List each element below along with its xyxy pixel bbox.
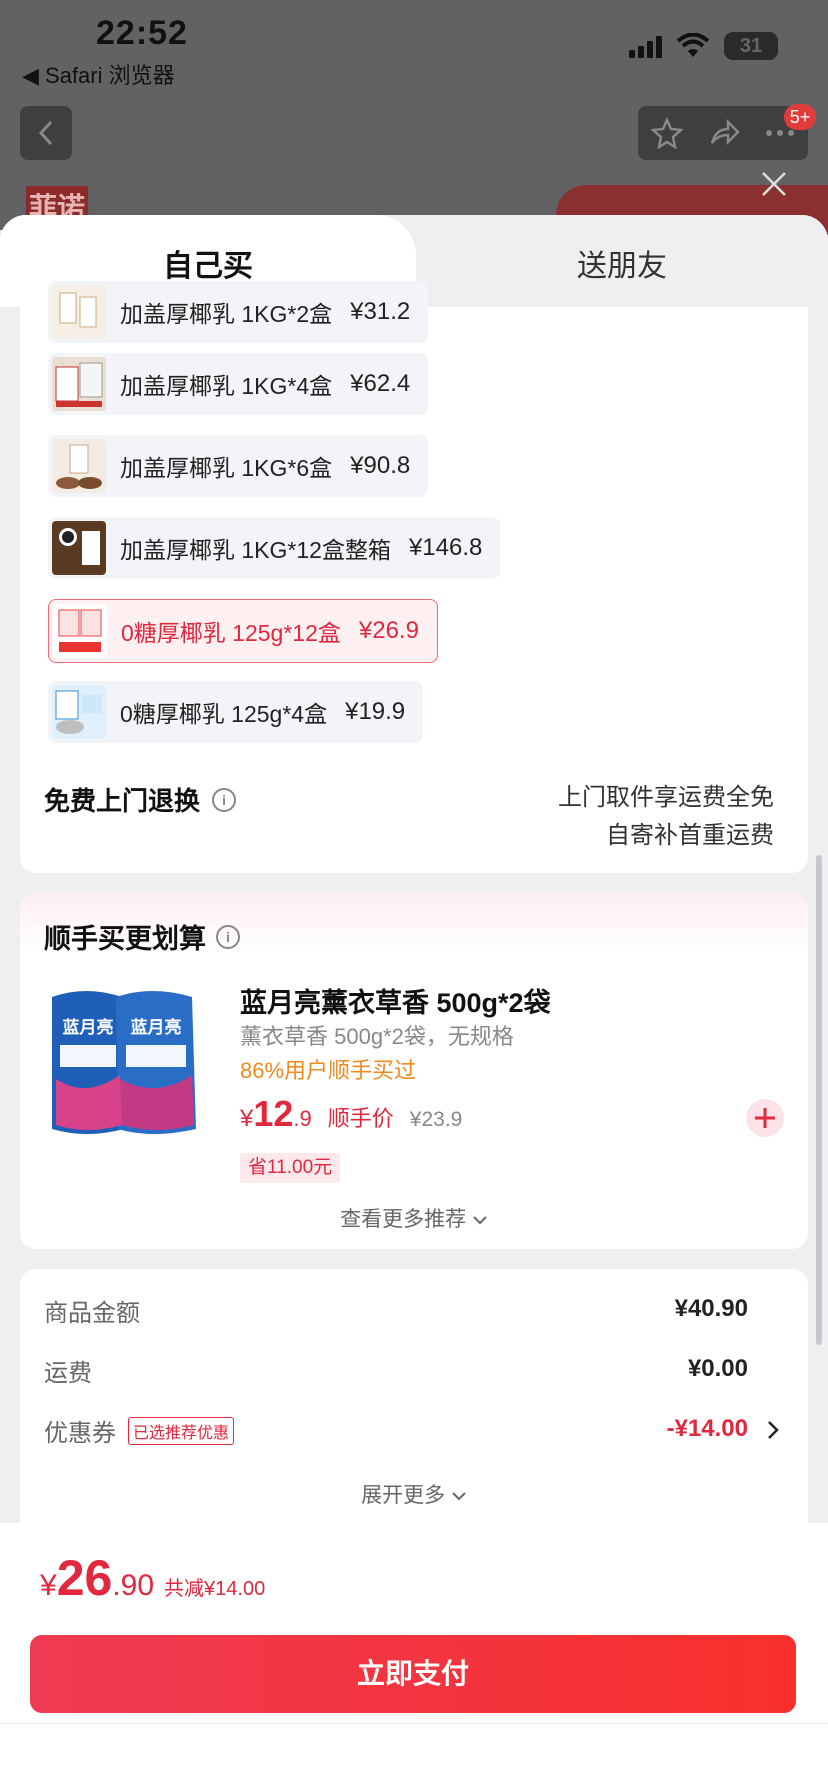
sku-thumbnail	[52, 685, 106, 739]
addon-save-tag: 省11.00元	[240, 1153, 341, 1183]
shipping-label: 运费	[44, 1360, 92, 1387]
addon-original-price: ¥23.9	[409, 1108, 463, 1131]
shipping-value: ¥0.00	[687, 1355, 748, 1382]
scrollbar[interactable]	[816, 855, 822, 1345]
addon-brand-text: 蓝月亮	[131, 1017, 182, 1037]
sku-option-label: 加盖厚椰乳 1KG*2盒	[120, 301, 333, 327]
sku-thumbnail	[53, 604, 107, 658]
add-addon-button[interactable]	[746, 1099, 784, 1137]
checkout-footer: ¥ 26 .90 共减¥14.00 立即支付	[0, 1523, 828, 1792]
total-int: 26	[56, 1550, 113, 1606]
status-icons: 31	[629, 32, 778, 60]
return-note-pickup: 上门取件享运费全免	[558, 784, 774, 811]
chevron-down-icon	[452, 1492, 466, 1501]
sku-option-price: ¥62.4	[350, 370, 411, 397]
addon-price-symbol: ¥	[240, 1105, 254, 1132]
more-icon[interactable]	[765, 128, 795, 138]
expand-more[interactable]: 展开更多	[20, 1479, 808, 1509]
sku-option-label: 0糖厚椰乳 125g*12盒	[121, 620, 341, 646]
addon-buyers-stat: 86%用户顺手买过	[240, 1058, 417, 1083]
sku-option[interactable]: 加盖厚椰乳 1KG*12盒整箱 ¥146.8	[48, 517, 501, 579]
nav-back-button[interactable]	[20, 106, 72, 160]
view-more-label: 查看更多推荐	[340, 1208, 467, 1231]
goods-amount-value: ¥40.90	[674, 1295, 748, 1322]
sku-card: 加盖厚椰乳 1KG*2盒 ¥31.2 加盖厚椰乳 1KG*4盒 ¥62.4 加盖…	[20, 281, 808, 873]
total-price: ¥ 26 .90 共减¥14.00	[40, 1549, 265, 1607]
sku-thumbnail	[52, 357, 106, 411]
chevron-down-icon	[473, 1216, 487, 1225]
addon-price-int: 12	[253, 1093, 294, 1134]
coupon-recommend-tag: 已选推荐优惠	[128, 1416, 235, 1445]
divider	[0, 1723, 828, 1724]
sku-option-label: 0糖厚椰乳 125g*4盒	[120, 701, 328, 727]
sku-option-selected[interactable]: 0糖厚椰乳 125g*12盒 ¥26.9	[48, 599, 438, 663]
tab-gift-friend[interactable]: 送朋友	[416, 241, 828, 285]
tab-self-buy-label[interactable]: 自己买	[0, 241, 416, 285]
total-reduction: 共减¥14.00	[164, 1578, 266, 1600]
cellular-signal-icon	[629, 34, 662, 58]
close-icon[interactable]	[758, 168, 790, 200]
addon-product-spec: 薰衣草香 500g*2袋，无规格	[240, 1024, 514, 1049]
sku-option[interactable]: 加盖厚椰乳 1KG*6盒 ¥90.8	[48, 435, 429, 497]
sku-option-price: ¥90.8	[350, 452, 411, 479]
addon-card: 顺手买更划算 i 蓝月亮 蓝月亮 蓝月亮薰衣草香 500g*2袋 薰衣草香 50…	[20, 893, 808, 1249]
total-dec: .90	[112, 1569, 155, 1602]
sku-option-label: 加盖厚椰乳 1KG*4盒	[120, 373, 333, 399]
chevron-right-icon[interactable]	[766, 1419, 780, 1441]
sku-option[interactable]: 加盖厚椰乳 1KG*2盒 ¥31.2	[48, 281, 429, 343]
pay-now-button[interactable]: 立即支付	[30, 1635, 796, 1713]
sku-thumbnail	[52, 285, 106, 339]
addon-product-name[interactable]: 蓝月亮薰衣草香 500g*2袋	[240, 981, 551, 1020]
sku-option-price: ¥31.2	[350, 298, 411, 325]
return-note-self-send: 自寄补首重运费	[606, 822, 774, 849]
expand-more-label: 展开更多	[361, 1484, 446, 1507]
sku-option-label: 加盖厚椰乳 1KG*6盒	[120, 455, 333, 481]
chevron-left-icon	[38, 120, 53, 146]
addon-brand-text: 蓝月亮	[63, 1017, 114, 1037]
share-icon[interactable]	[708, 117, 740, 149]
sku-option-price: ¥26.9	[358, 617, 419, 644]
info-icon[interactable]: i	[216, 924, 240, 949]
sku-option-price: ¥146.8	[408, 534, 483, 561]
sku-option[interactable]: 0糖厚椰乳 125g*4盒 ¥19.9	[48, 681, 424, 743]
addon-price-dec: .9	[293, 1106, 312, 1131]
status-time: 22:52	[96, 14, 188, 52]
back-to-safari[interactable]: ◀ Safari 浏览器	[22, 58, 175, 90]
battery-icon: 31	[724, 32, 778, 60]
addon-price-label: 顺手价	[327, 1106, 394, 1131]
sku-thumbnail	[52, 521, 106, 575]
free-return-label: 免费上门退换	[44, 786, 201, 816]
coupon-label: 优惠券	[44, 1420, 116, 1447]
total-symbol: ¥	[40, 1569, 57, 1602]
info-icon[interactable]: i	[212, 787, 237, 812]
star-icon[interactable]	[650, 117, 683, 149]
nav-tools	[638, 106, 808, 160]
coupon-row[interactable]: 优惠券 已选推荐优惠	[44, 1413, 235, 1448]
addon-price: ¥ 12 .9 顺手价 ¥23.9	[240, 1093, 462, 1135]
addon-title: 顺手买更划算 i	[44, 917, 240, 956]
goods-amount-label: 商品金额	[44, 1300, 140, 1327]
notification-badge: 5+	[784, 104, 816, 130]
sku-option-label: 加盖厚椰乳 1KG*12盒整箱	[120, 537, 391, 563]
sku-option-price: ¥19.9	[345, 698, 406, 725]
sku-option[interactable]: 加盖厚椰乳 1KG*4盒 ¥62.4	[48, 353, 429, 415]
free-return-title: 免费上门退换 i	[44, 781, 237, 818]
sku-thumbnail	[52, 439, 106, 493]
coupon-value[interactable]: -¥14.00	[667, 1415, 748, 1443]
view-more-recommend[interactable]: 查看更多推荐	[20, 1203, 808, 1233]
addon-product-image[interactable]: 蓝月亮 蓝月亮	[46, 979, 210, 1143]
addon-title-label: 顺手买更划算	[44, 924, 206, 954]
wifi-icon	[676, 33, 710, 57]
